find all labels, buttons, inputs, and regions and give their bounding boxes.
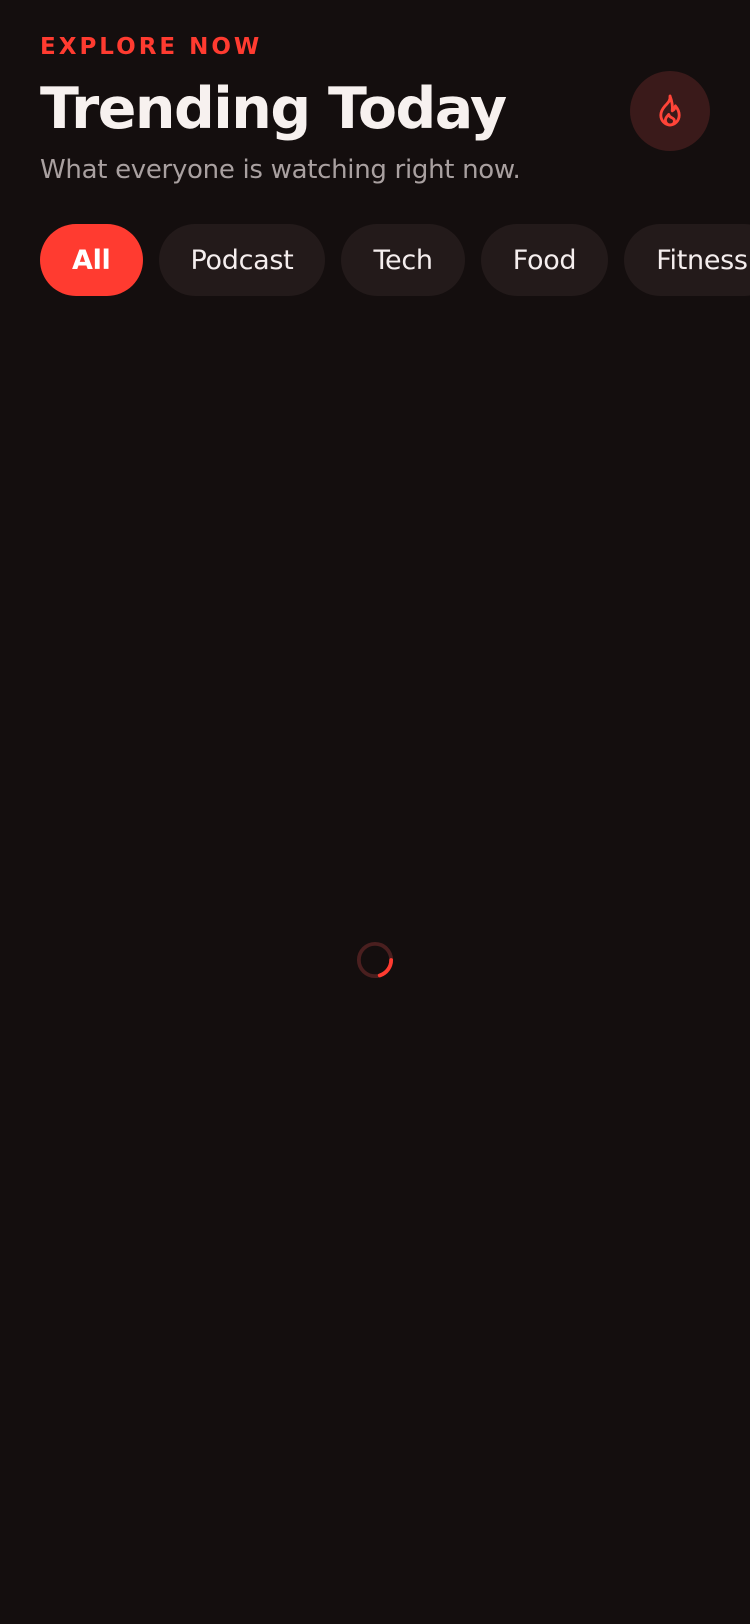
filter-chip-food[interactable]: Food [480,224,609,296]
header: EXPLORE NOW Trending Today What everyone… [40,30,710,188]
trending-fire-button[interactable] [630,71,710,151]
eyebrow-label: EXPLORE NOW [40,34,263,60]
filter-chip-podcast[interactable]: Podcast [158,224,326,296]
page-title: Trending Today [40,76,507,142]
trending-screen: { "header": { "eyebrow": "EXPLORE NOW", … [0,0,750,1624]
filter-chip-all[interactable]: All [40,224,143,296]
filter-chip-fitness[interactable]: Fitness [624,224,750,296]
category-chips: All Podcast Tech Food Fitness [40,224,750,296]
loading-spinner-icon [356,941,394,979]
fire-icon [659,94,681,127]
loading-spinner [356,941,394,979]
category-filter-bar[interactable]: All Podcast Tech Food Fitness [0,224,750,298]
page-subtitle: What everyone is watching right now. [40,155,521,185]
filter-chip-tech[interactable]: Tech [341,224,465,296]
